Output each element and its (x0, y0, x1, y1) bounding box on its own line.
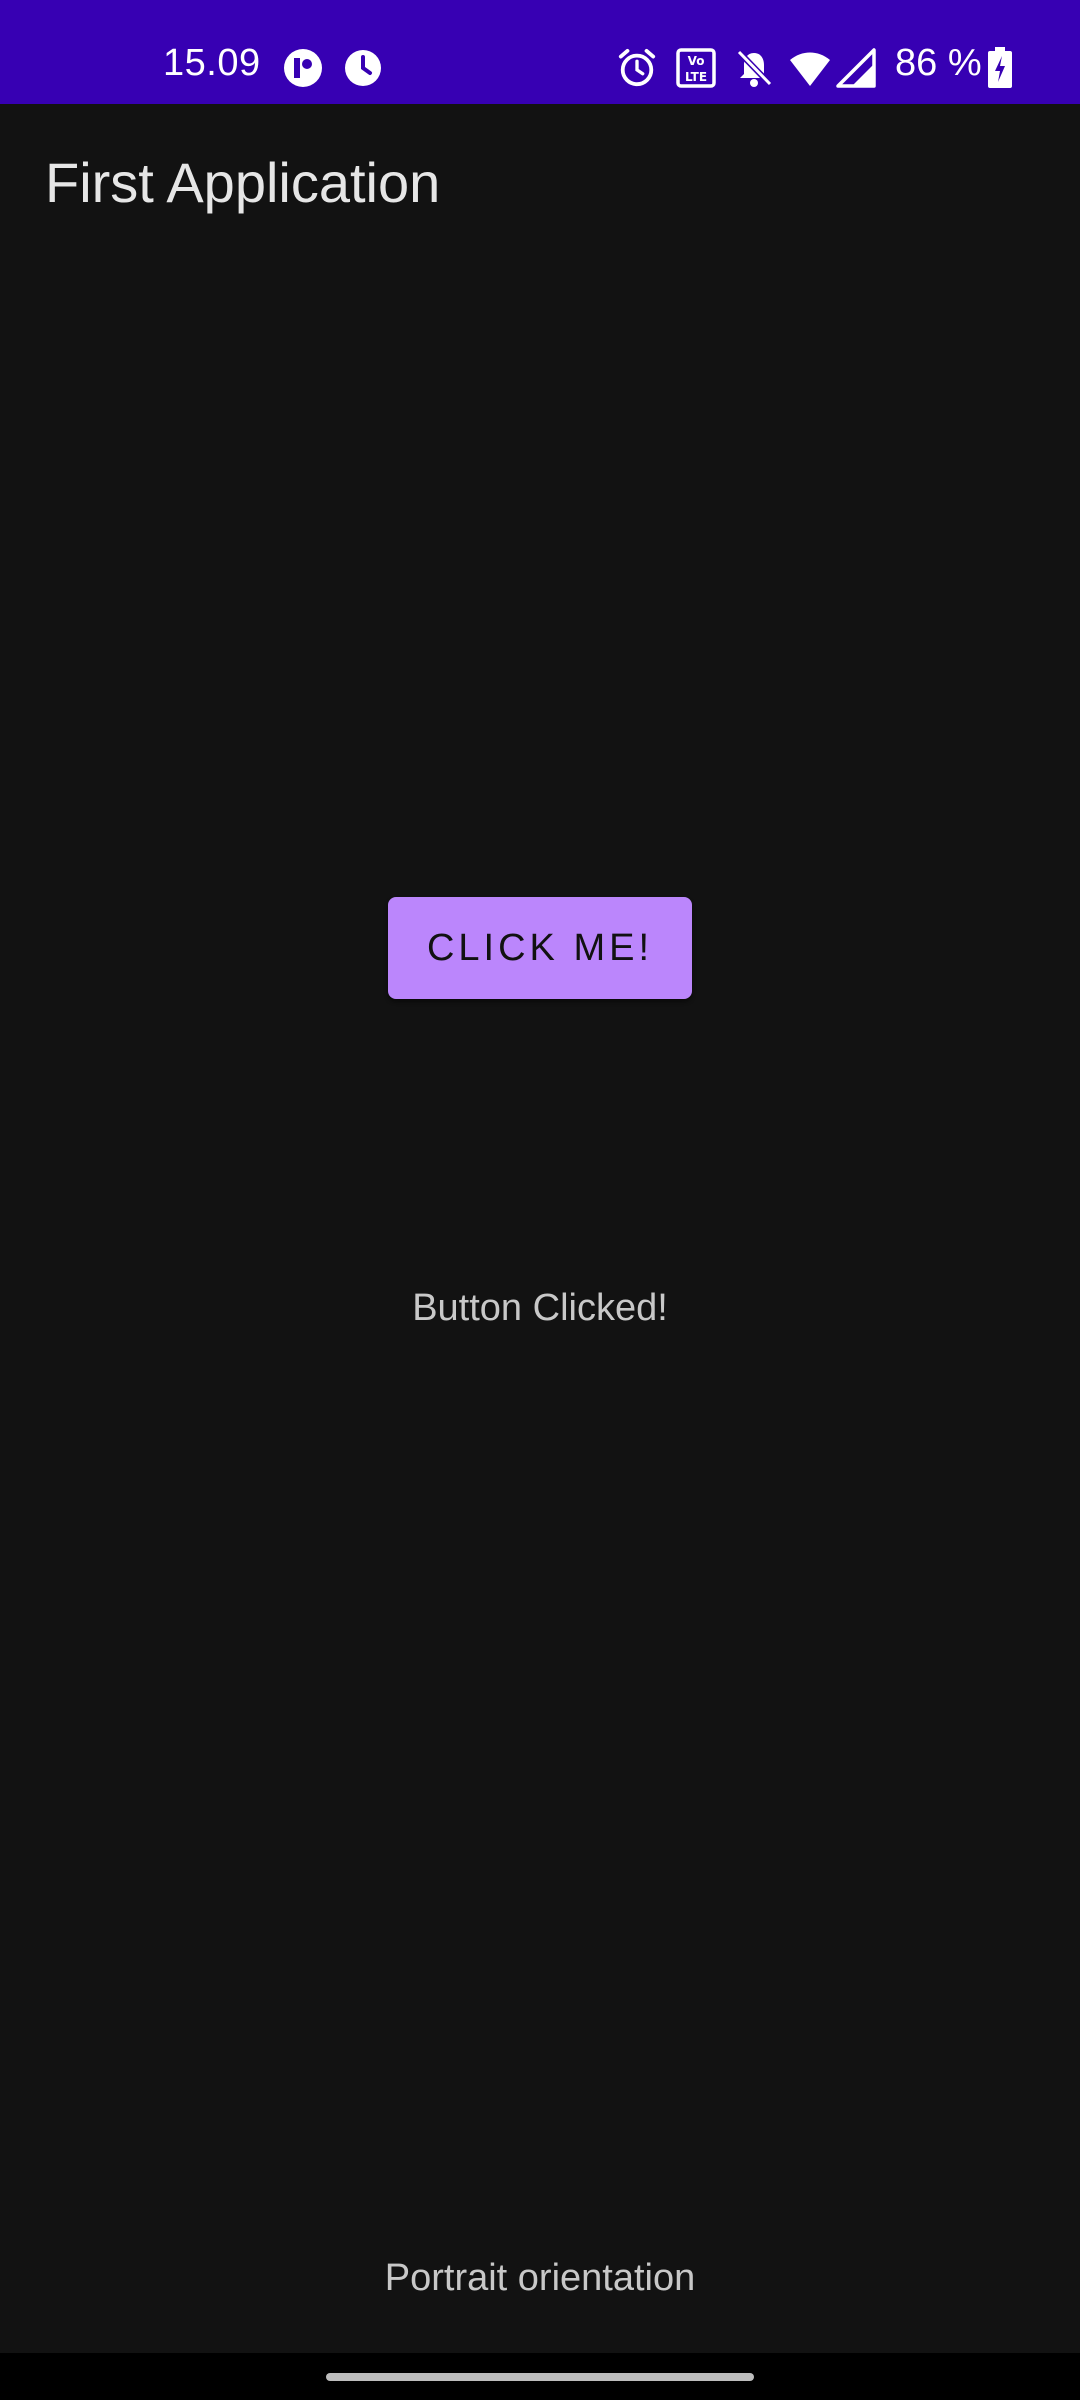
signal-icon (836, 48, 876, 88)
orientation-text: Portrait orientation (384, 2257, 696, 2299)
svg-text:LTE: LTE (685, 70, 707, 84)
bell-muted-icon (736, 49, 773, 87)
gesture-handle[interactable] (326, 2373, 754, 2381)
volte-icon: Vo LTE (676, 48, 716, 88)
battery-percentage: 86 % (895, 42, 982, 84)
status-bar: 15.09 Vo LTE 86 % (0, 0, 1080, 104)
click-me-button[interactable]: CLICK ME! (388, 897, 692, 999)
svg-text:Vo: Vo (688, 54, 705, 68)
p-logo-icon (284, 49, 322, 87)
wifi-icon (790, 52, 830, 86)
navigation-bar (0, 2353, 1080, 2400)
app-screen: 15.09 Vo LTE 86 % First Application CLIC… (0, 0, 1080, 2400)
battery-charging-icon (988, 47, 1012, 88)
clock-badge-icon (345, 50, 381, 86)
app-title: First Application (45, 151, 441, 214)
result-text: Button Clicked! (412, 1287, 668, 1329)
status-time: 15.09 (163, 42, 261, 84)
click-me-button-label: CLICK ME! (426, 926, 654, 969)
alarm-icon (618, 48, 656, 87)
